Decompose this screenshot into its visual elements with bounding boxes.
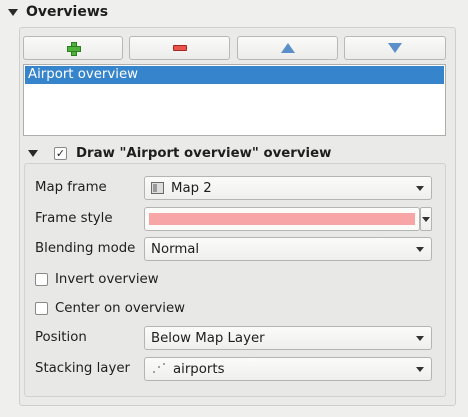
map-icon xyxy=(151,182,164,194)
chevron-down-icon xyxy=(416,246,424,252)
minus-icon xyxy=(172,45,187,51)
overviews-section-header[interactable]: Overviews xyxy=(8,2,108,22)
draw-overview-label: Draw "Airport overview" overview xyxy=(76,145,332,161)
center-on-overview-checkbox[interactable] xyxy=(35,301,48,315)
section-title: Overviews xyxy=(26,4,109,20)
frame-style-swatch xyxy=(149,213,415,225)
point-layer-icon xyxy=(151,361,167,377)
overview-list[interactable]: Airport overview xyxy=(23,64,446,136)
map-frame-label: Map frame xyxy=(35,180,107,195)
map-frame-value: Map 2 xyxy=(171,180,212,196)
arrow-down-icon xyxy=(388,43,402,53)
draw-overview-checkbox[interactable]: ✓ xyxy=(54,146,67,160)
position-label: Position xyxy=(35,330,87,345)
blending-mode-select[interactable]: Normal xyxy=(144,237,432,261)
frame-style-label: Frame style xyxy=(35,211,113,226)
remove-overview-button[interactable] xyxy=(129,36,230,60)
chevron-down-icon xyxy=(416,366,424,372)
chevron-down-icon xyxy=(416,185,424,191)
blending-mode-label: Blending mode xyxy=(35,241,136,256)
list-item[interactable]: Airport overview xyxy=(25,66,444,84)
invert-overview-label: Invert overview xyxy=(55,271,159,287)
center-on-overview-option[interactable]: Center on overview xyxy=(35,298,185,318)
position-select[interactable]: Below Map Layer xyxy=(144,326,432,350)
invert-overview-checkbox[interactable] xyxy=(35,272,48,286)
map-frame-select[interactable]: Map 2 xyxy=(144,176,432,200)
plus-icon xyxy=(67,42,81,56)
position-value: Below Map Layer xyxy=(151,330,265,346)
move-down-button[interactable] xyxy=(344,36,446,60)
draw-overview-header[interactable]: ✓ Draw "Airport overview" overview xyxy=(28,143,331,163)
chevron-down-icon xyxy=(422,216,430,222)
invert-overview-option[interactable]: Invert overview xyxy=(35,269,159,289)
arrow-up-icon xyxy=(280,43,295,53)
collapse-arrow-icon[interactable] xyxy=(28,149,38,157)
frame-style-menu-button[interactable] xyxy=(420,207,432,231)
add-overview-button[interactable] xyxy=(23,36,123,60)
collapse-arrow-icon[interactable] xyxy=(8,8,18,16)
frame-style-button[interactable] xyxy=(144,207,420,231)
stacking-layer-select[interactable]: airports xyxy=(144,357,432,381)
move-up-button[interactable] xyxy=(237,36,338,60)
chevron-down-icon xyxy=(416,335,424,341)
stacking-layer-value: airports xyxy=(173,361,225,377)
stacking-layer-label: Stacking layer xyxy=(35,361,130,376)
blending-mode-value: Normal xyxy=(151,241,200,257)
center-on-overview-label: Center on overview xyxy=(55,300,186,316)
